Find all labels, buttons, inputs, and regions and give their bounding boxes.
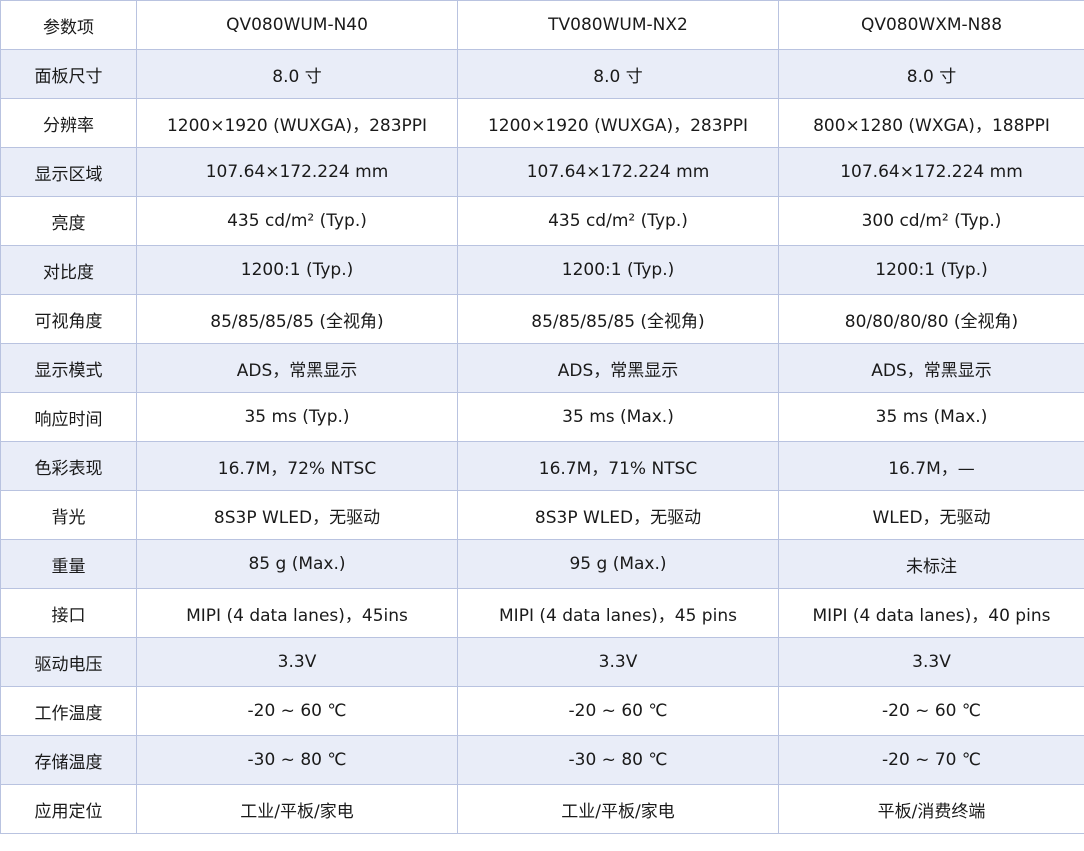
- table-row: 驱动电压 3.3V 3.3V 3.3V: [0, 637, 1084, 687]
- row-label-cell: 工作温度: [0, 686, 137, 736]
- table-row: 分辨率 1200×1920 (WUXGA)，283PPI 1200×1920 (WU…: [0, 98, 1084, 148]
- row-label-cell: 对比度: [0, 245, 137, 295]
- table-cell: 435 cd/m² (Typ.): [136, 196, 458, 246]
- table-cell: 800×1280 (WXGA)，188PPI: [778, 98, 1084, 148]
- table-cell: 1200×1920 (WUXGA)，283PPI: [457, 98, 779, 148]
- table-cell: 16.7M，72% NTSC: [136, 441, 458, 491]
- table-cell: 16.7M，71% NTSC: [457, 441, 779, 491]
- table-cell: 300 cd/m² (Typ.): [778, 196, 1084, 246]
- row-label-cell: 应用定位: [0, 784, 137, 834]
- table-cell: 107.64×172.224 mm: [136, 147, 458, 197]
- table-cell: 80/80/80/80 (全视角): [778, 294, 1084, 344]
- table-cell: 8S3P WLED，无驱动: [457, 490, 779, 540]
- table-cell: 85 g (Max.): [136, 539, 458, 589]
- row-label-cell: 面板尺寸: [0, 49, 137, 99]
- spec-comparison-table: 参数项 QV080WUM-N40 TV080WUM-NX2 QV080WXM-N…: [0, 0, 1084, 834]
- spec-table-body: 参数项 QV080WUM-N40 TV080WUM-NX2 QV080WXM-N…: [0, 0, 1084, 834]
- table-cell: 35 ms (Typ.): [136, 392, 458, 442]
- header-cell-model-2: TV080WUM-NX2: [457, 0, 779, 50]
- table-cell: 1200:1 (Typ.): [778, 245, 1084, 295]
- table-cell: 3.3V: [457, 637, 779, 687]
- table-cell: 1200:1 (Typ.): [136, 245, 458, 295]
- table-cell: MIPI (4 data lanes)，45 pins: [457, 588, 779, 638]
- table-cell: -20 ~ 60 ℃: [457, 686, 779, 736]
- table-cell: ADS，常黑显示: [457, 343, 779, 393]
- table-cell: 8.0 寸: [778, 49, 1084, 99]
- table-row: 响应时间 35 ms (Typ.) 35 ms (Max.) 35 ms (Max.): [0, 392, 1084, 442]
- table-cell: 85/85/85/85 (全视角): [136, 294, 458, 344]
- table-cell: WLED，无驱动: [778, 490, 1084, 540]
- table-row: 色彩表现 16.7M，72% NTSC 16.7M，71% NTSC 16.7M，—: [0, 441, 1084, 491]
- table-cell: 85/85/85/85 (全视角): [457, 294, 779, 344]
- table-cell: 8.0 寸: [457, 49, 779, 99]
- row-label-cell: 可视角度: [0, 294, 137, 344]
- table-header-row: 参数项 QV080WUM-N40 TV080WUM-NX2 QV080WXM-N…: [0, 0, 1084, 50]
- table-cell: 工业/平板/家电: [457, 784, 779, 834]
- table-cell: 8.0 寸: [136, 49, 458, 99]
- table-cell: 95 g (Max.): [457, 539, 779, 589]
- table-cell: 未标注: [778, 539, 1084, 589]
- row-label-cell: 显示模式: [0, 343, 137, 393]
- row-label-cell: 显示区域: [0, 147, 137, 197]
- table-row: 工作温度 -20 ~ 60 ℃ -20 ~ 60 ℃ -20 ~ 60 ℃: [0, 686, 1084, 736]
- table-cell: 1200×1920 (WUXGA)，283PPI: [136, 98, 458, 148]
- table-cell: -30 ~ 80 ℃: [457, 735, 779, 785]
- row-label-cell: 驱动电压: [0, 637, 137, 687]
- table-cell: 3.3V: [136, 637, 458, 687]
- table-row: 存储温度 -30 ~ 80 ℃ -30 ~ 80 ℃ -20 ~ 70 ℃: [0, 735, 1084, 785]
- table-cell: -20 ~ 70 ℃: [778, 735, 1084, 785]
- row-label-cell: 存储温度: [0, 735, 137, 785]
- header-cell-model-1: QV080WUM-N40: [136, 0, 458, 50]
- table-row: 应用定位 工业/平板/家电 工业/平板/家电 平板/消费终端: [0, 784, 1084, 834]
- table-cell: 3.3V: [778, 637, 1084, 687]
- table-row: 接口 MIPI (4 data lanes)，45ins MIPI (4 data …: [0, 588, 1084, 638]
- row-label-cell: 重量: [0, 539, 137, 589]
- table-cell: 1200:1 (Typ.): [457, 245, 779, 295]
- table-cell: 435 cd/m² (Typ.): [457, 196, 779, 246]
- table-cell: 8S3P WLED，无驱动: [136, 490, 458, 540]
- header-cell-model-3: QV080WXM-N88: [778, 0, 1084, 50]
- table-row: 亮度 435 cd/m² (Typ.) 435 cd/m² (Typ.) 300 cd…: [0, 196, 1084, 246]
- row-label-cell: 背光: [0, 490, 137, 540]
- table-cell: ADS，常黑显示: [778, 343, 1084, 393]
- row-label-cell: 接口: [0, 588, 137, 638]
- table-cell: -30 ~ 80 ℃: [136, 735, 458, 785]
- row-label-cell: 响应时间: [0, 392, 137, 442]
- table-cell: MIPI (4 data lanes)，40 pins: [778, 588, 1084, 638]
- table-cell: -20 ~ 60 ℃: [136, 686, 458, 736]
- table-row: 重量 85 g (Max.) 95 g (Max.) 未标注: [0, 539, 1084, 589]
- table-row: 显示区域 107.64×172.224 mm 107.64×172.224 mm 10…: [0, 147, 1084, 197]
- table-row: 显示模式 ADS，常黑显示 ADS，常黑显示 ADS，常黑显示: [0, 343, 1084, 393]
- table-cell: 107.64×172.224 mm: [778, 147, 1084, 197]
- table-cell: 16.7M，—: [778, 441, 1084, 491]
- table-cell: ADS，常黑显示: [136, 343, 458, 393]
- table-row: 对比度 1200:1 (Typ.) 1200:1 (Typ.) 1200:1 (Typ…: [0, 245, 1084, 295]
- table-cell: 107.64×172.224 mm: [457, 147, 779, 197]
- table-cell: MIPI (4 data lanes)，45ins: [136, 588, 458, 638]
- table-row: 面板尺寸 8.0 寸 8.0 寸 8.0 寸: [0, 49, 1084, 99]
- table-row: 背光 8S3P WLED，无驱动 8S3P WLED，无驱动 WLED，无驱动: [0, 490, 1084, 540]
- row-label-cell: 亮度: [0, 196, 137, 246]
- table-cell: -20 ~ 60 ℃: [778, 686, 1084, 736]
- table-cell: 35 ms (Max.): [457, 392, 779, 442]
- table-row: 可视角度 85/85/85/85 (全视角) 85/85/85/85 (全视角) 80…: [0, 294, 1084, 344]
- row-label-cell: 色彩表现: [0, 441, 137, 491]
- header-cell-param: 参数项: [0, 0, 137, 50]
- table-cell: 工业/平板/家电: [136, 784, 458, 834]
- table-cell: 平板/消费终端: [778, 784, 1084, 834]
- row-label-cell: 分辨率: [0, 98, 137, 148]
- table-cell: 35 ms (Max.): [778, 392, 1084, 442]
